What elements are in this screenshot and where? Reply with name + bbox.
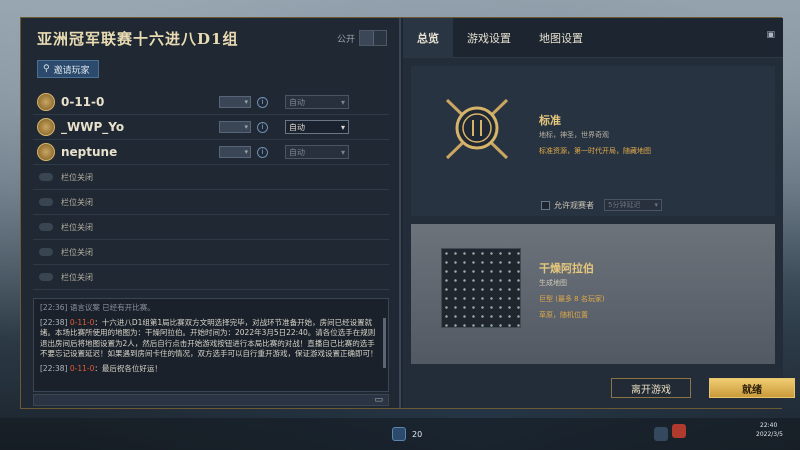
player-list: 0-11-0 ▾ i 自动 ▾ _WWP_Yo ▾ i 自动 ▾ neptune ▾… (33, 90, 389, 290)
player-avatar (37, 143, 55, 161)
slot-label: 栏位关闭 (61, 197, 93, 207)
spectator-option: 允许观赛者 5分钟延迟 ▾ (541, 199, 662, 211)
info-icon[interactable]: i (257, 146, 268, 158)
settings-tabs: 总览 游戏设置 地图设置 (403, 17, 783, 58)
ruleset-name: 标准 (539, 114, 561, 127)
slot-toggle[interactable] (39, 248, 53, 256)
slot-toggle[interactable] (39, 223, 53, 231)
closed-slot[interactable]: 栏位关闭 (33, 165, 389, 190)
ruleset-description: 地标，神圣，世界奇观 (539, 131, 609, 139)
player-avatar (37, 93, 55, 111)
invite-label: 邀请玩家 (53, 65, 90, 76)
chat-send-icon[interactable]: ▭ (374, 395, 383, 405)
invite-players-button[interactable]: ⚲ 邀请玩家 (37, 60, 99, 78)
slot-toggle[interactable] (39, 198, 53, 206)
tab-map-settings[interactable]: 地图设置 (525, 18, 597, 58)
chat-scrollbar[interactable] (383, 318, 386, 368)
player-color-select[interactable]: ▾ (219, 146, 251, 158)
public-toggle[interactable] (359, 30, 387, 46)
friends-count: 20 (412, 430, 423, 439)
chat-message: [22:38] 0-11-0：十六进八D1组第1局比赛双方文明选择完毕，对战环节… (40, 317, 378, 359)
ruleset-emblem-icon (445, 98, 509, 160)
slot-label: 栏位关闭 (61, 222, 93, 232)
ruleset-section: 标准 地标，神圣，世界奇观 标准资源，第一时代开局，随藏地图 允许观赛者 5分钟… (411, 66, 775, 216)
lobby-left-panel: 亚洲冠军联赛十六进八D1组 公开 ⚲ 邀请玩家 0-11-0 ▾ i 自动 ▾ _… (21, 18, 401, 408)
spectator-delay-select[interactable]: 5分钟延迟 ▾ (604, 199, 662, 211)
clock-time: 22:40 (760, 422, 778, 429)
tab-game-settings[interactable]: 游戏设置 (453, 18, 525, 58)
player-name: neptune (61, 145, 118, 159)
lobby-title: 亚洲冠军联赛十六进八D1组 (37, 30, 239, 48)
map-type: 生成地图 (539, 279, 567, 287)
closed-slot[interactable]: 栏位关闭 (33, 240, 389, 265)
map-section: 干燥阿拉伯 生成地图 巨型 (最多 8 名玩家) 草原，随机位置 (411, 224, 775, 364)
slot-toggle[interactable] (39, 273, 53, 281)
slot-label: 栏位关闭 (61, 247, 93, 257)
player-row: _WWP_Yo ▾ i 自动 ▾ (33, 115, 389, 140)
ruleset-details: 标准资源，第一时代开局，随藏地图 (539, 147, 651, 155)
info-icon[interactable]: i (257, 96, 268, 108)
friends-icon[interactable] (392, 427, 406, 441)
closed-slot[interactable]: 栏位关闭 (33, 265, 389, 290)
clock-date: 2022/3/5 (756, 431, 783, 438)
player-row: 0-11-0 ▾ i 自动 ▾ (33, 90, 389, 115)
team-select[interactable]: 自动 ▾ (285, 95, 349, 109)
public-label: 公开 (336, 34, 355, 45)
player-avatar (37, 118, 55, 136)
tab-overview[interactable]: 总览 (403, 17, 453, 58)
slot-toggle[interactable] (39, 173, 53, 181)
chat-log[interactable]: [22:36] 语言议案 已经有开比赛。 [22:38] 0-11-0：十六进八… (33, 298, 389, 392)
team-select[interactable]: 自动 ▾ (285, 120, 349, 134)
public-toggle-group: 公开 (337, 30, 387, 46)
player-row: neptune ▾ i 自动 ▾ (33, 140, 389, 165)
notification-icon[interactable] (654, 427, 668, 441)
lobby-right-panel: 总览 游戏设置 地图设置 ▣ 标准 地标，神圣，世界奇观 标准资源，第一时代开局… (403, 17, 795, 408)
lobby-window: 亚洲冠军联赛十六进八D1组 公开 ⚲ 邀请玩家 0-11-0 ▾ i 自动 ▾ _… (20, 17, 795, 409)
map-name: 干燥阿拉伯 (539, 262, 594, 275)
minimize-icon[interactable]: ▣ (766, 30, 775, 40)
leave-game-button[interactable]: 离开游戏 (611, 378, 691, 398)
invite-icon: ⚲ (43, 64, 50, 74)
ready-button[interactable]: 就绪 (709, 378, 795, 398)
slot-label: 栏位关闭 (61, 172, 93, 182)
player-name: _WWP_Yo (61, 120, 125, 134)
info-icon[interactable]: i (257, 121, 268, 133)
player-color-select[interactable]: ▾ (219, 96, 251, 108)
map-thumbnail (441, 248, 521, 328)
map-size: 巨型 (最多 8 名玩家) (539, 295, 605, 303)
team-select[interactable]: 自动 ▾ (285, 145, 349, 159)
chat-message: [22:38] 0-11-0：最后祝各位好运！ (40, 363, 162, 373)
player-name: 0-11-0 (61, 95, 105, 109)
spectator-checkbox[interactable] (541, 200, 550, 210)
chat-input[interactable] (33, 394, 389, 406)
slot-label: 栏位关闭 (61, 272, 93, 282)
spectator-label: 允许观赛者 (554, 200, 594, 210)
chat-prev-line: [22:36] 语言议案 已经有开比赛。 (40, 303, 155, 312)
alert-icon[interactable] (672, 424, 686, 438)
closed-slot[interactable]: 栏位关闭 (33, 190, 389, 215)
player-color-select[interactable]: ▾ (219, 121, 251, 133)
map-biome: 草原，随机位置 (539, 311, 588, 319)
closed-slot[interactable]: 栏位关闭 (33, 215, 389, 240)
taskbar: 20 22:40 2022/3/5 (0, 418, 800, 450)
